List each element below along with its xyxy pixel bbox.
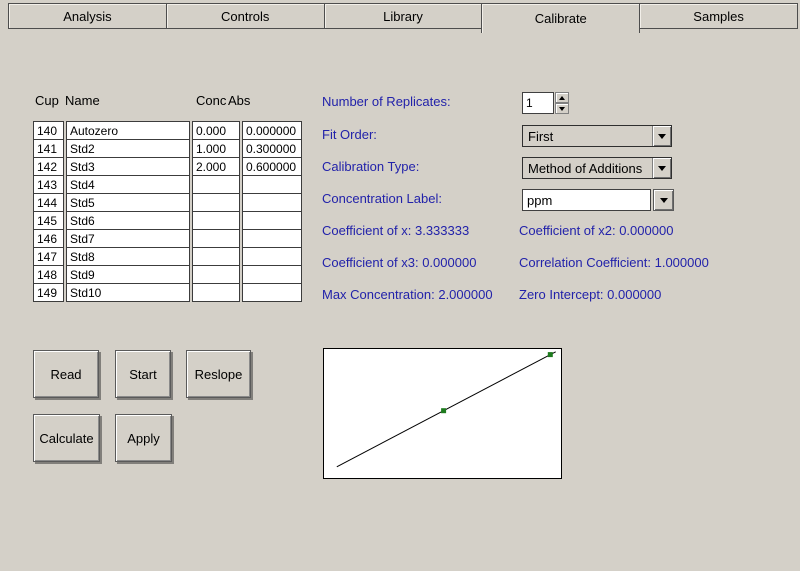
cell-abs[interactable] (242, 247, 302, 266)
calibration-curve-svg (336, 351, 556, 468)
table-row: 146 Std7 (33, 229, 302, 248)
coefficient-x3-value: Coefficient of x3: 0.000000 (322, 255, 477, 270)
cell-conc[interactable] (192, 211, 240, 230)
cell-name[interactable]: Std9 (66, 265, 190, 284)
table-row: 145 Std6 (33, 211, 302, 230)
coefficient-x2-value: Coefficient of x2: 0.000000 (519, 223, 674, 238)
replicates-label: Number of Replicates: (322, 94, 451, 109)
cell-abs[interactable] (242, 175, 302, 194)
cell-cup[interactable]: 141 (33, 139, 64, 158)
spinner-up-button[interactable] (555, 92, 569, 103)
cell-cup[interactable]: 143 (33, 175, 64, 194)
cell-abs[interactable]: 0.600000 (242, 157, 302, 176)
tab-calibrate[interactable]: Calibrate (481, 3, 641, 33)
fit-order-dropdown-button[interactable] (652, 126, 671, 146)
fit-line (336, 351, 556, 468)
calibration-chart (323, 348, 562, 479)
cell-name[interactable]: Std7 (66, 229, 190, 248)
calibration-type-value: Method of Additions (528, 160, 643, 176)
cell-abs[interactable] (242, 265, 302, 284)
calibrate-screen: Analysis Controls Library Calibrate Samples … (0, 0, 800, 571)
table-row: 144 Std5 (33, 193, 302, 212)
cell-conc[interactable] (192, 193, 240, 212)
cell-cup[interactable]: 149 (33, 283, 64, 302)
table-row: 142 Std3 2.000 0.600000 (33, 157, 302, 176)
zero-intercept-value: Zero Intercept: 0.000000 (519, 287, 662, 302)
max-concentration-value: Max Concentration: 2.000000 (322, 287, 493, 302)
cell-cup[interactable]: 140 (33, 121, 64, 140)
calibration-type-label: Calibration Type: (322, 159, 420, 174)
start-button[interactable]: Start (115, 350, 171, 398)
cell-name[interactable]: Std10 (66, 283, 190, 302)
spinner-down-icon (559, 106, 565, 111)
fit-order-label: Fit Order: (322, 127, 377, 142)
table-row: 147 Std8 (33, 247, 302, 266)
calibration-type-dropdown[interactable]: Method of Additions (522, 157, 672, 179)
table-row: 143 Std4 (33, 175, 302, 194)
dropdown-arrow-icon (658, 133, 666, 139)
dropdown-arrow-icon (659, 197, 668, 203)
table-row: 148 Std9 (33, 265, 302, 284)
cell-cup[interactable]: 147 (33, 247, 64, 266)
cell-name[interactable]: Std6 (66, 211, 190, 230)
spinner-down-button[interactable] (555, 103, 569, 114)
cell-cup[interactable]: 142 (33, 157, 64, 176)
cell-name[interactable]: Std8 (66, 247, 190, 266)
dropdown-arrow-icon (658, 165, 666, 171)
column-header-name: Name (65, 93, 100, 108)
tab-controls[interactable]: Controls (165, 3, 325, 29)
cell-name[interactable]: Std4 (66, 175, 190, 194)
cell-conc[interactable] (192, 229, 240, 248)
replicates-input[interactable]: 1 (522, 92, 554, 114)
cell-abs[interactable] (242, 283, 302, 302)
data-point-marker (547, 352, 553, 358)
replicates-spinner[interactable]: 1 (522, 92, 569, 114)
cell-conc[interactable] (192, 265, 240, 284)
cell-name[interactable]: Std5 (66, 193, 190, 212)
cell-conc[interactable]: 1.000 (192, 139, 240, 158)
cell-abs[interactable]: 0.300000 (242, 139, 302, 158)
cell-name[interactable]: Autozero (66, 121, 190, 140)
tab-analysis[interactable]: Analysis (8, 3, 167, 29)
cell-name[interactable]: Std2 (66, 139, 190, 158)
data-point-marker (441, 408, 447, 414)
concentration-label-dropdown-button[interactable] (653, 189, 674, 211)
tab-samples[interactable]: Samples (639, 3, 798, 29)
cell-abs[interactable] (242, 211, 302, 230)
table-row: 140 Autozero 0.000 0.000000 (33, 121, 302, 140)
correlation-coefficient-value: Correlation Coefficient: 1.000000 (519, 255, 709, 270)
coefficient-x-value: Coefficient of x: 3.333333 (322, 223, 470, 238)
tab-library[interactable]: Library (323, 3, 483, 29)
read-button[interactable]: Read (33, 350, 99, 398)
calibration-type-dropdown-button[interactable] (652, 158, 671, 178)
apply-button[interactable]: Apply (115, 414, 172, 462)
cell-conc[interactable]: 0.000 (192, 121, 240, 140)
fit-order-value: First (528, 128, 554, 144)
concentration-label-input[interactable]: ppm (522, 189, 651, 211)
concentration-label-label: Concentration Label: (322, 191, 442, 206)
standards-table: 140 Autozero 0.000 0.000000 141 Std2 1.000 0.30… (33, 121, 302, 302)
cell-cup[interactable]: 144 (33, 193, 64, 212)
cell-name[interactable]: Std3 (66, 157, 190, 176)
cell-abs[interactable] (242, 229, 302, 248)
cell-abs[interactable]: 0.000000 (242, 121, 302, 140)
column-header-conc: Conc (196, 93, 227, 108)
table-row: 141 Std2 1.000 0.300000 (33, 139, 302, 158)
cell-conc[interactable] (192, 247, 240, 266)
column-header-cup: Cup (35, 93, 59, 108)
spinner-up-icon (559, 95, 565, 100)
reslope-button[interactable]: Reslope (186, 350, 251, 398)
tab-bar: Analysis Controls Library Calibrate Samples (8, 3, 798, 33)
cell-conc[interactable] (192, 175, 240, 194)
cell-conc[interactable] (192, 283, 240, 302)
cell-cup[interactable]: 148 (33, 265, 64, 284)
cell-cup[interactable]: 146 (33, 229, 64, 248)
cell-cup[interactable]: 145 (33, 211, 64, 230)
cell-abs[interactable] (242, 193, 302, 212)
table-row: 149 Std10 (33, 283, 302, 302)
calculate-button[interactable]: Calculate (33, 414, 100, 462)
fit-order-dropdown[interactable]: First (522, 125, 672, 147)
cell-conc[interactable]: 2.000 (192, 157, 240, 176)
column-header-abs: Abs (228, 93, 251, 108)
